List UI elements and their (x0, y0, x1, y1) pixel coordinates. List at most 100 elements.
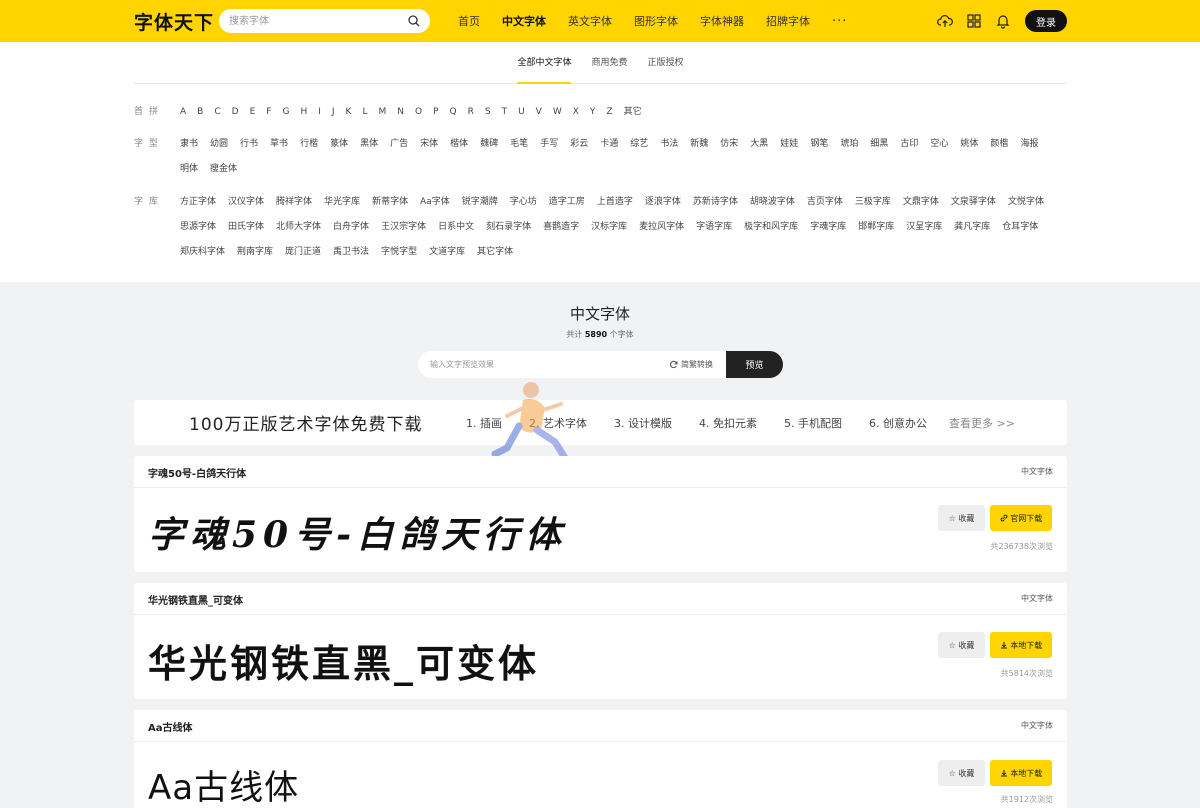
letter-filter-item[interactable]: C (214, 100, 220, 125)
preview-text-input[interactable] (430, 351, 660, 378)
nav-english-fonts[interactable]: 英文字体 (568, 13, 612, 29)
font-library-filter-item[interactable]: 方正字体 (180, 190, 216, 215)
search-input[interactable] (229, 9, 399, 33)
font-name[interactable]: 华光钢铁直黑_可变体 (148, 592, 243, 607)
font-library-filter-item[interactable]: 郑庆科字体 (180, 240, 225, 265)
font-type-filter-item[interactable]: 大黑 (750, 132, 768, 157)
preview-button[interactable]: 预览 (726, 351, 783, 378)
letter-filter-item[interactable]: I (318, 100, 321, 125)
letter-filter-item[interactable]: R (468, 100, 474, 125)
font-library-filter-item[interactable]: 腾祥字体 (276, 190, 312, 215)
font-type-filter-item[interactable]: 隶书 (180, 132, 198, 157)
font-library-filter-item[interactable]: 喜鹊造字 (543, 215, 579, 240)
letter-filter-item[interactable]: P (433, 100, 438, 125)
font-category[interactable]: 中文字体 (1021, 593, 1053, 604)
font-library-filter-item[interactable]: 汉标字库 (591, 215, 627, 240)
font-library-filter-item[interactable]: 庞门正道 (285, 240, 321, 265)
font-name[interactable]: 字魂50号-白鸽天行体 (148, 465, 246, 480)
font-category[interactable]: 中文字体 (1021, 720, 1053, 731)
font-library-filter-item[interactable]: 逐浪字体 (645, 190, 681, 215)
font-type-filter-item[interactable]: 明体 (180, 157, 198, 182)
letter-filter-item[interactable]: W (553, 100, 562, 125)
font-type-filter-item[interactable]: 行书 (240, 132, 258, 157)
font-type-filter-item[interactable]: 瘦金体 (210, 157, 237, 182)
font-library-filter-item[interactable]: 邯郸字库 (858, 215, 894, 240)
font-library-filter-item[interactable]: 仓耳字体 (1002, 215, 1038, 240)
font-type-filter-item[interactable]: 姚体 (960, 132, 978, 157)
font-type-filter-item[interactable]: 毛笔 (510, 132, 528, 157)
font-library-filter-item[interactable]: 字心坊 (510, 190, 537, 215)
font-library-filter-item[interactable]: 麦拉风字体 (639, 215, 684, 240)
font-type-filter-item[interactable]: 黑体 (360, 132, 378, 157)
official-download-button[interactable]: 官网下载 (990, 505, 1052, 531)
bell-icon[interactable] (995, 13, 1011, 29)
font-type-filter-item[interactable]: 手写 (540, 132, 558, 157)
font-library-filter-item[interactable]: Aa字体 (420, 190, 450, 215)
letter-filter-item[interactable]: F (266, 100, 271, 125)
font-library-filter-item[interactable]: 文悦字体 (1008, 190, 1044, 215)
letter-filter-item[interactable]: G (282, 100, 289, 125)
font-library-filter-item[interactable]: 荆南字库 (237, 240, 273, 265)
font-type-filter-item[interactable]: 篆体 (330, 132, 348, 157)
font-library-filter-item[interactable]: 上首造字 (597, 190, 633, 215)
letter-filter-item[interactable]: Y (590, 100, 596, 125)
font-library-filter-item[interactable]: 字悦字型 (381, 240, 417, 265)
font-type-filter-item[interactable]: 琥珀 (840, 132, 858, 157)
font-type-filter-item[interactable]: 幼圆 (210, 132, 228, 157)
font-type-filter-item[interactable]: 空心 (930, 132, 948, 157)
banner-link-office[interactable]: 6. 创意办公 (869, 415, 927, 431)
letter-filter-item[interactable]: T (502, 100, 508, 125)
letter-filter-item[interactable]: K (346, 100, 352, 125)
grid-icon[interactable] (966, 13, 982, 29)
font-library-filter-item[interactable]: 北师大字体 (276, 215, 321, 240)
font-type-filter-item[interactable]: 书法 (660, 132, 678, 157)
letter-filter-item[interactable]: V (536, 100, 542, 125)
font-library-filter-item[interactable]: 文泉驿字体 (951, 190, 996, 215)
font-library-filter-item[interactable]: 龚凡字库 (954, 215, 990, 240)
font-library-filter-item[interactable]: 新蒂字体 (372, 190, 408, 215)
font-type-filter-item[interactable]: 行楷 (300, 132, 318, 157)
font-library-filter-item[interactable]: 吉页字体 (807, 190, 843, 215)
search-box[interactable] (219, 9, 430, 33)
letter-filter-item[interactable]: E (250, 100, 256, 125)
letter-filter-item[interactable]: O (415, 100, 422, 125)
font-library-filter-item[interactable]: 华光字库 (324, 190, 360, 215)
banner-link-phone-images[interactable]: 5. 手机配图 (784, 415, 842, 431)
local-download-button[interactable]: 本地下载 (990, 632, 1052, 658)
font-library-filter-item[interactable]: 胡晓波字体 (750, 190, 795, 215)
promo-banner[interactable]: 100万正版艺术字体免费下载 1. 插画 2. 艺术字体 3. 设计模版 4. … (134, 400, 1067, 445)
local-download-button[interactable]: 本地下载 (990, 760, 1052, 786)
letter-filter-item[interactable]: S (485, 100, 491, 125)
font-type-filter-item[interactable]: 细黑 (870, 132, 888, 157)
font-library-filter-item[interactable]: 字魂字库 (810, 215, 846, 240)
font-library-filter-item[interactable]: 刻石录字体 (486, 215, 531, 240)
tab-all-chinese[interactable]: 全部中文字体 (517, 42, 572, 84)
banner-link-design-templates[interactable]: 3. 设计模版 (614, 415, 672, 431)
font-type-filter-item[interactable]: 彩云 (570, 132, 588, 157)
font-type-filter-item[interactable]: 卡通 (600, 132, 618, 157)
font-type-filter-item[interactable]: 娃娃 (780, 132, 798, 157)
simplified-traditional-toggle[interactable]: 简繁转换 (669, 351, 713, 378)
font-type-filter-item[interactable]: 颜楷 (990, 132, 1008, 157)
font-name[interactable]: Aa古线体 (148, 719, 193, 734)
font-preview[interactable]: 字魂50号-白鸽天行体 (148, 506, 567, 558)
font-type-filter-item[interactable]: 仿宋 (720, 132, 738, 157)
letter-filter-item[interactable]: N (397, 100, 404, 125)
banner-more-link[interactable]: 查看更多 >> (949, 415, 1015, 431)
font-type-filter-item[interactable]: 楷体 (450, 132, 468, 157)
search-icon[interactable] (408, 15, 420, 27)
font-type-filter-item[interactable]: 草书 (270, 132, 288, 157)
letter-filter-item[interactable]: D (232, 100, 239, 125)
banner-link-cutout-elements[interactable]: 4. 免扣元素 (699, 415, 757, 431)
letter-filter-item[interactable]: M (378, 100, 386, 125)
font-library-filter-item[interactable]: 思源字体 (180, 215, 216, 240)
letter-filter-item[interactable]: H (300, 100, 307, 125)
font-type-filter-item[interactable]: 新魏 (690, 132, 708, 157)
font-type-filter-item[interactable]: 魏碑 (480, 132, 498, 157)
font-library-filter-item[interactable]: 苏新诗字体 (693, 190, 738, 215)
letter-filter-item[interactable]: A (180, 100, 186, 125)
font-library-filter-item[interactable]: 其它字体 (477, 240, 513, 265)
font-library-filter-item[interactable]: 文鼎字体 (903, 190, 939, 215)
favorite-button[interactable]: ☆ 收藏 (938, 505, 985, 531)
letter-filter-item[interactable]: B (197, 100, 203, 125)
